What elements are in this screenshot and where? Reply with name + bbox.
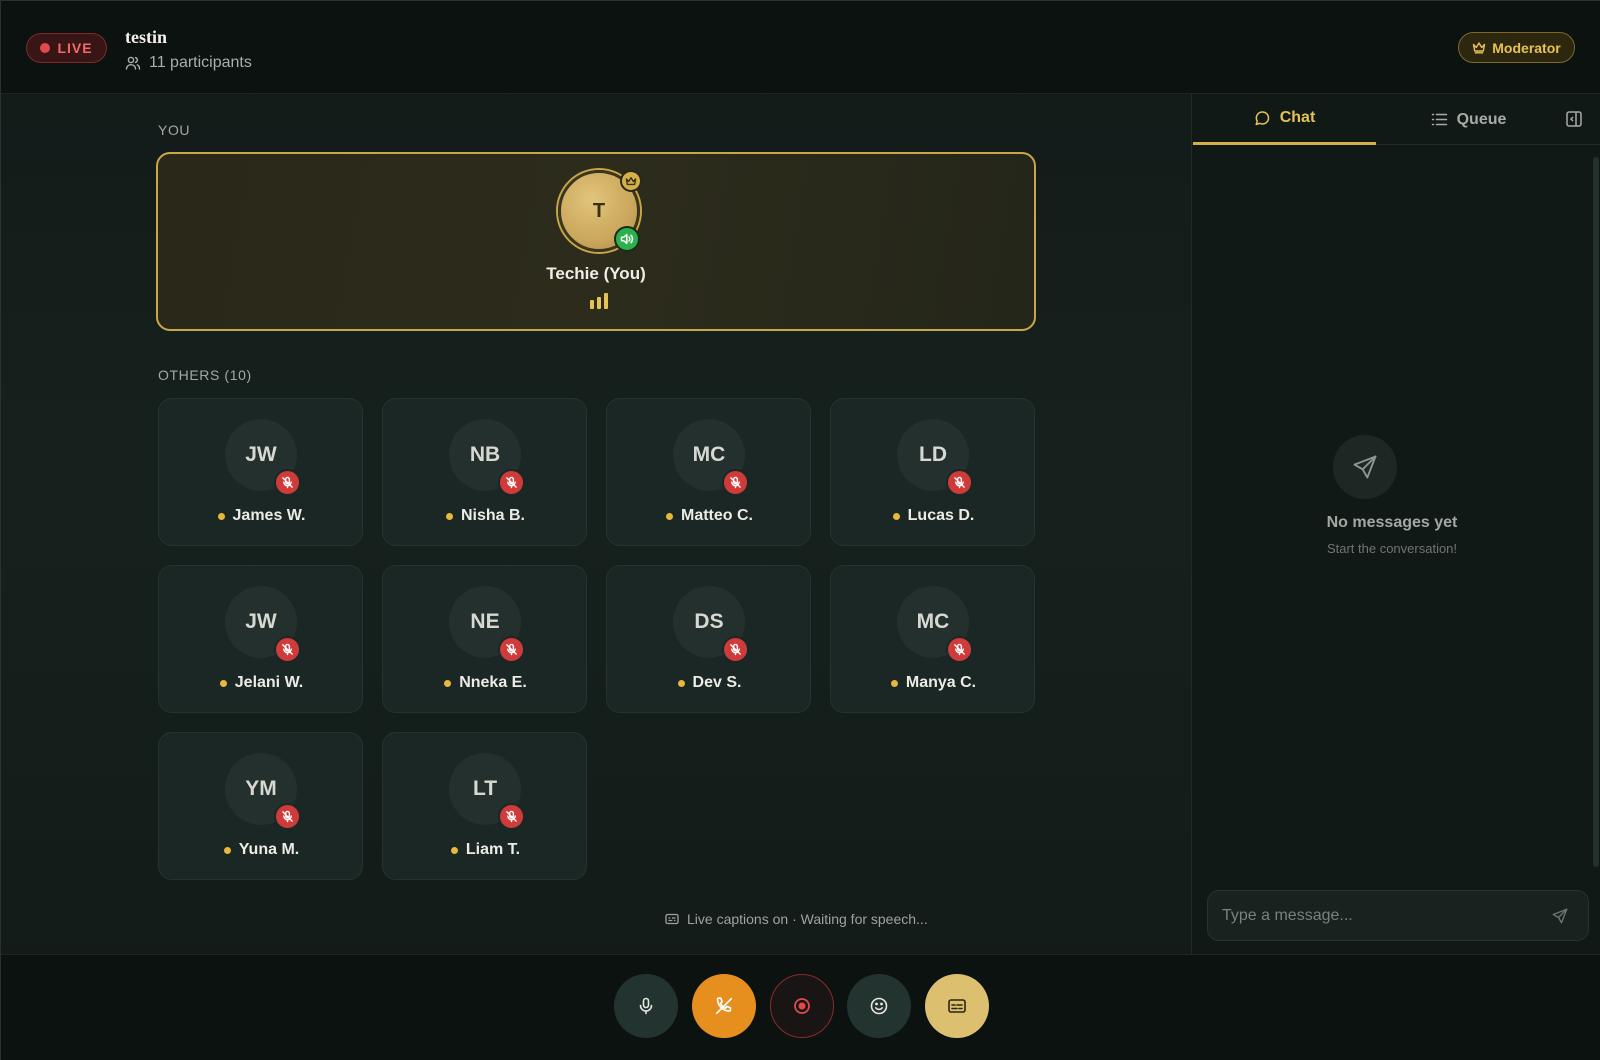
status-dot-icon [223, 846, 231, 854]
status-dot-icon [890, 679, 898, 687]
room-title: testin [125, 27, 167, 47]
panel-tabs: Chat Queue [1192, 94, 1600, 145]
self-tile[interactable]: T Techie (You) [156, 152, 1036, 331]
users-icon [125, 56, 141, 70]
participant-name: Jelani W. [234, 674, 304, 691]
live-dot-icon [40, 43, 51, 53]
participant-tile[interactable]: MC Manya C. [830, 565, 1035, 713]
message-input[interactable] [1222, 891, 1532, 940]
participant-name: Yuna M. [238, 841, 300, 858]
captions-status: Live captions on · Waiting for speech... [665, 911, 928, 927]
mic-toggle-button[interactable] [614, 974, 678, 1038]
participant-count: 11 participants [125, 54, 252, 72]
participant-tile[interactable]: NB Nisha B. [382, 398, 587, 546]
speaking-volume-icon [614, 226, 640, 252]
leave-call-button[interactable] [692, 974, 756, 1038]
participant-tile[interactable]: LT Liam T. [382, 732, 587, 880]
top-bar: LIVE testin 11 participants Moderator [1, 1, 1600, 94]
record-button[interactable] [770, 974, 834, 1038]
participant-tile[interactable]: DS Dev S. [606, 565, 811, 713]
status-dot-icon [666, 512, 673, 520]
collapse-panel-icon[interactable] [1564, 109, 1584, 129]
muted-mic-icon [274, 803, 301, 830]
send-button[interactable] [1548, 904, 1572, 928]
muted-mic-icon [722, 636, 749, 663]
status-dot-icon [217, 512, 225, 520]
meeting-app: LIVE testin 11 participants Moderator YO… [0, 0, 1600, 1060]
chat-bubble-icon [1255, 110, 1269, 125]
others-section-label: OTHERS (10) [158, 367, 252, 383]
tab-chat-label: Chat [1279, 109, 1316, 126]
participant-tile[interactable]: LD Lucas D. [830, 398, 1035, 546]
emoji-icon [870, 997, 888, 1015]
participant-name: Nneka E. [459, 674, 527, 691]
call-controls [1, 954, 1600, 1060]
live-badge: LIVE [26, 33, 107, 63]
status-dot-icon [892, 512, 900, 520]
leave-call-icon [715, 997, 733, 1015]
send-icon [1552, 908, 1568, 924]
muted-mic-icon [946, 469, 973, 496]
participant-name: Lucas D. [907, 507, 975, 524]
participant-name: Dev S. [692, 674, 742, 691]
host-crown-icon [620, 170, 642, 192]
list-icon [1431, 113, 1447, 126]
participant-name: Matteo C. [681, 507, 753, 524]
you-section-label: YOU [158, 122, 191, 138]
participant-name: Nisha B. [460, 507, 525, 524]
muted-mic-icon [722, 469, 749, 496]
participant-name: Manya C. [905, 674, 977, 691]
tab-queue[interactable]: Queue [1377, 94, 1560, 145]
participant-name: James W. [232, 507, 306, 524]
muted-mic-icon [498, 803, 525, 830]
audio-level-icon [590, 293, 608, 309]
crown-icon [1473, 42, 1486, 54]
muted-mic-icon [498, 469, 525, 496]
tab-queue-label: Queue [1456, 110, 1507, 128]
participant-tile[interactable]: MC Matteo C. [606, 398, 811, 546]
participant-tile[interactable]: JW James W. [158, 398, 363, 546]
empty-chat-subtitle: Start the conversation! [1326, 541, 1458, 556]
captions-icon [665, 913, 679, 925]
send-placeholder-icon [1333, 435, 1397, 499]
chat-scrollbar[interactable] [1593, 157, 1599, 867]
status-dot-icon [444, 679, 452, 687]
mic-icon [639, 997, 653, 1015]
muted-mic-icon [946, 636, 973, 663]
captions-toggle-button[interactable] [925, 974, 989, 1038]
participant-tile[interactable]: NE Nneka E. [382, 565, 587, 713]
participant-count-label: 11 participants [149, 54, 252, 71]
status-dot-icon [445, 512, 453, 520]
status-dot-icon [450, 846, 458, 854]
status-dot-icon [219, 679, 227, 687]
empty-chat-title: No messages yet [1326, 514, 1458, 531]
muted-mic-icon [274, 469, 301, 496]
status-dot-icon [677, 679, 685, 687]
record-icon [794, 998, 810, 1014]
tab-chat[interactable]: Chat [1193, 94, 1376, 145]
live-label: LIVE [57, 40, 93, 56]
participant-name: Liam T. [465, 841, 521, 858]
muted-mic-icon [274, 636, 301, 663]
captions-status-text: Live captions on · Waiting for speech... [687, 911, 928, 927]
self-name: Techie (You) [546, 264, 646, 283]
muted-mic-icon [498, 636, 525, 663]
side-panel: Chat Queue No messages yet Start the con… [1191, 94, 1600, 954]
participant-tile[interactable]: JW Jelani W. [158, 565, 363, 713]
captions-icon [948, 999, 966, 1013]
stage: YOU T Techie (You) OTHERS (10) JW James [1, 94, 1191, 954]
reactions-button[interactable] [847, 974, 911, 1038]
moderator-badge: Moderator [1458, 32, 1575, 63]
participant-tile[interactable]: YM Yuna M. [158, 732, 363, 880]
message-composer [1207, 890, 1589, 941]
moderator-label: Moderator [1492, 39, 1561, 56]
